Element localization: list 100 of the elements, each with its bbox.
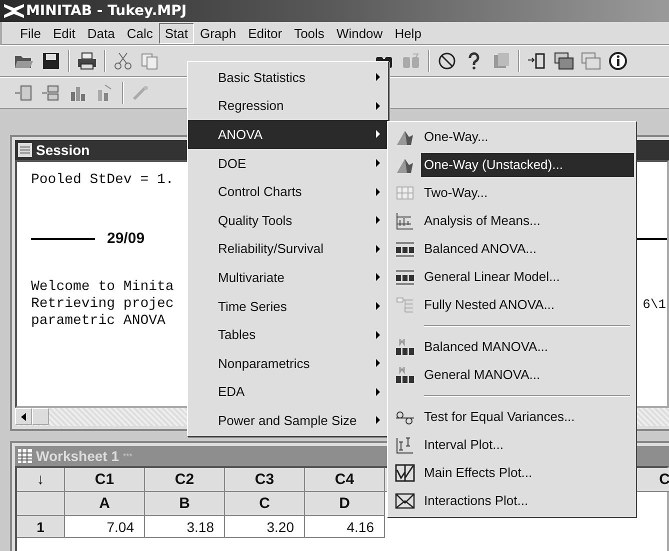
menu-bar-item[interactable]: Window <box>330 22 389 44</box>
menu-item[interactable]: Interactions Plot... <box>421 489 634 513</box>
no-sign-icon[interactable] <box>437 52 457 70</box>
session-text: 6\1 <box>642 296 667 313</box>
arrow-scroll-icon[interactable] <box>527 52 547 70</box>
submenu-arrow-icon <box>376 188 380 196</box>
menu-item[interactable]: Nonparametrics <box>188 348 388 378</box>
table-cell: 4.16 <box>305 516 385 538</box>
menu-bar-item[interactable]: Graph <box>194 22 242 44</box>
menu-item[interactable]: Fully Nested ANOVA... <box>421 293 634 317</box>
menu-item[interactable]: Basic Statistics <box>188 63 388 92</box>
menu-bar-item[interactable]: Data <box>81 22 121 44</box>
session-text: Retrieving projec <box>31 296 174 313</box>
menu-item[interactable]: Multivariate <box>188 263 388 292</box>
date-heading: 29/09 <box>107 230 145 247</box>
row-number: 1 <box>17 516 65 538</box>
submenu-arrow-icon <box>376 130 380 138</box>
columns-icon[interactable] <box>41 84 61 102</box>
tree-icon <box>395 296 415 314</box>
submenu-arrow-icon <box>376 302 380 310</box>
menu-item[interactable]: Time Series <box>188 292 388 320</box>
menu-item[interactable]: Interval Plot... <box>421 433 634 457</box>
submenu-arrow-icon <box>376 159 380 168</box>
bar-chart-icon[interactable] <box>68 84 88 102</box>
menu-bar-item[interactable]: Calc <box>120 22 159 44</box>
menu-item[interactable]: General MANOVA... <box>421 363 634 387</box>
menu-item[interactable]: Two-Way... <box>421 181 634 205</box>
columns-icon[interactable] <box>14 84 34 102</box>
worksheet-title: Worksheet 1 <box>36 448 119 464</box>
menu-item[interactable]: General Linear Model... <box>421 265 634 289</box>
menu-item[interactable]: ANOVA <box>188 120 388 149</box>
submenu-arrow-icon <box>376 216 380 224</box>
session-text: parametric ANOVA <box>31 313 166 330</box>
window-title: MINITAB - Tukey.MPJ <box>26 3 187 19</box>
column-header[interactable]: C4 <box>305 468 385 492</box>
modified-marker: *** <box>123 452 132 460</box>
left-arrow-icon <box>21 412 26 420</box>
menu-item[interactable]: Quality Tools <box>188 206 388 235</box>
table-cell: 7.04 <box>65 516 145 538</box>
menu-item[interactable]: Power and Sample Size <box>188 406 388 435</box>
worksheet-icon <box>18 449 32 463</box>
menu-item[interactable]: Analysis of Means... <box>421 209 634 233</box>
header-cell <box>17 492 65 516</box>
submenu-arrow-icon <box>376 244 380 253</box>
menu-item[interactable]: Control Charts <box>188 177 388 206</box>
column-header[interactable]: C3 <box>225 468 305 492</box>
cross-chart-icon <box>395 492 415 510</box>
menu-item[interactable]: One-Way... <box>421 125 634 149</box>
menu-item[interactable]: Balanced ANOVA... <box>421 237 634 261</box>
menu-item[interactable]: DOE <box>188 148 388 178</box>
menu-item[interactable]: One-Way (Unstacked)... <box>421 153 634 177</box>
menu-item[interactable]: Test for Equal Variances... <box>421 405 634 429</box>
session-text: Pooled StDev = 1. <box>31 172 175 188</box>
submenu-arrow-icon <box>376 330 380 339</box>
menu-item[interactable]: Regression <box>188 92 388 120</box>
submenu-arrow-icon <box>376 416 380 424</box>
menu-bar-item[interactable]: Help <box>388 22 428 44</box>
submenu-arrow-icon <box>376 359 380 368</box>
grid-icon <box>395 184 415 202</box>
table-cell: 3.18 <box>145 516 225 538</box>
scissors-icon[interactable] <box>113 52 133 70</box>
column-header[interactable]: ↓ <box>17 468 65 492</box>
copy-icon[interactable] <box>140 52 160 70</box>
menu-bar-item[interactable]: Editor <box>242 22 288 44</box>
session-title: Session <box>36 142 90 158</box>
bars-icon <box>395 366 415 384</box>
bars-icon <box>395 240 415 258</box>
scrollbar-thumb[interactable] <box>32 408 49 425</box>
submenu-arrow-icon <box>376 102 380 110</box>
session-text: Welcome to Minita <box>31 279 174 296</box>
bars-icon <box>395 268 415 286</box>
submenu-arrow-icon <box>376 388 380 396</box>
menu-item[interactable]: Tables <box>188 320 388 349</box>
printer-icon[interactable] <box>77 52 97 70</box>
session-icon <box>18 143 32 157</box>
menu-bar-item[interactable]: Edit <box>46 22 82 44</box>
menu-bar-item[interactable]: File <box>14 22 47 44</box>
chart-icon <box>395 212 415 230</box>
submenu-arrow-icon <box>376 73 380 82</box>
menu-item[interactable]: Balanced MANOVA... <box>421 335 634 359</box>
column-header[interactable]: C1 <box>65 468 145 492</box>
column-header[interactable]: C2 <box>145 468 225 492</box>
info-icon[interactable] <box>608 52 628 70</box>
column-name: C <box>225 492 305 516</box>
save-icon[interactable] <box>41 52 61 70</box>
menu-item[interactable]: Reliability/Survival <box>188 234 388 264</box>
line-chart-icon <box>395 464 415 482</box>
interval-icon <box>395 436 415 454</box>
column-name: B <box>145 492 225 516</box>
scroll-left-button[interactable] <box>15 408 32 425</box>
menu-bar-item[interactable]: Stat <box>158 22 194 44</box>
menu-item[interactable]: EDA <box>188 378 388 406</box>
windows-icon[interactable] <box>554 52 574 70</box>
column-name: A <box>65 492 145 516</box>
column-name: D <box>305 492 385 516</box>
submenu-arrow-icon <box>376 273 380 282</box>
menu-bar-item[interactable]: Tools <box>288 22 330 44</box>
bars-icon <box>395 338 415 356</box>
menu-item[interactable]: Main Effects Plot... <box>421 461 634 485</box>
table-cell: 3.20 <box>225 516 305 538</box>
